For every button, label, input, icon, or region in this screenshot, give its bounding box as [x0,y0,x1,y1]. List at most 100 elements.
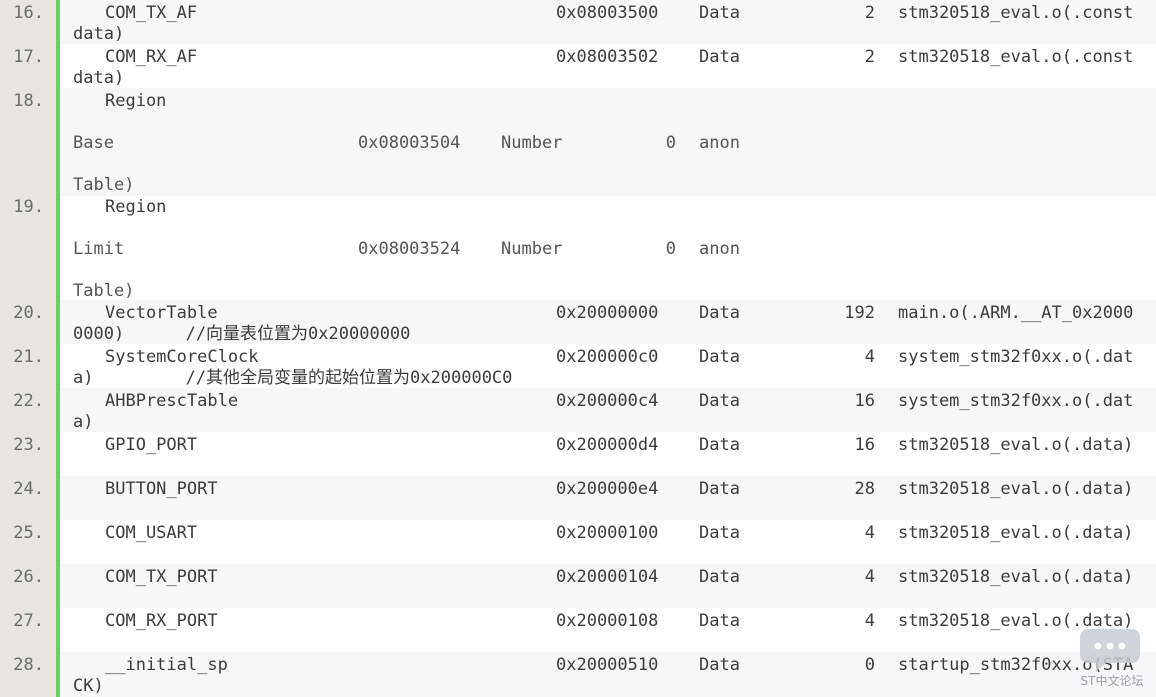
object-file: main.o(.ARM.__AT_0x2000 [898,303,1134,323]
wrapped-text: Table) [73,281,135,301]
symbol-address: 0x200000e4 [556,479,659,499]
object-file: system_stm32f0xx.o(.dat [898,391,1134,411]
symbol-type: Data [699,523,740,543]
object-file: system_stm32f0xx.o(.dat [898,347,1134,367]
symbol-name: AHBPrescTable [105,391,239,411]
object-file: stm320518_eval.o(.const [898,47,1134,67]
symbol-size: 2 [864,47,875,67]
symbol-name: COM_TX_PORT [105,567,218,587]
line-number: 20. [13,303,44,323]
symbol-type: Data [699,347,740,367]
symbol-type: Data [699,479,740,499]
symbol-name: Region [105,197,167,217]
symbol-name: __initial_sp [105,655,228,675]
forum-watermark: ST中文论坛 [1076,625,1148,689]
symbol-address: 0x20000100 [556,523,659,543]
symbol-name: BUTTON_PORT [105,479,218,499]
symbol-size: 4 [864,611,875,631]
code-line: 24. BUTTON_PORT 0x200000e4 Data 28 stm32… [13,476,1156,520]
symbol-type: Number [501,239,563,259]
code-line: 19. Region Limit 0x08003524 Number 0 ano… [13,196,1156,301]
code-line: 28. __initial_sp 0x20000510 Data 0 start… [13,652,1156,697]
symbol-address: 0x200000c4 [556,391,659,411]
line-number: 17. [13,47,44,67]
symbol-size: 4 [864,567,875,587]
object-file: stm320518_eval.o(.data) [898,435,1134,455]
code-line: 21. SystemCoreClock 0x200000c0 Data 4 sy… [13,344,1156,388]
symbol-address: 0x20000000 [556,303,659,323]
symbol-type: Data [699,567,740,587]
wrapped-text: data) [73,24,125,44]
wrapped-text: a) [73,412,94,432]
code-line: 27. COM_RX_PORT 0x20000108 Data 4 stm320… [13,608,1156,652]
code-line: 16. COM_TX_AF 0x08003500 Data 2 stm32051… [13,0,1156,44]
line-number: 22. [13,391,44,411]
symbol-address: 0x08003524 [358,239,461,259]
symbol-size: 16 [854,391,875,411]
code-line: 20. VectorTable 0x20000000 Data 192 main… [13,300,1156,344]
symbol-address: 0x20000104 [556,567,659,587]
symbol-type: Data [699,3,740,23]
symbol-size: 0 [665,239,676,259]
symbol-name: SystemCoreClock [105,347,259,367]
region-label: Limit [73,239,125,259]
symbol-name: GPIO_PORT [105,435,198,455]
line-number: 27. [13,611,44,631]
symbol-size: 192 [844,303,875,323]
symbol-size: 2 [864,3,875,23]
symbol-type: Data [699,47,740,67]
symbol-type: Data [699,435,740,455]
object-file: stm320518_eval.o(.data) [898,567,1134,587]
code-line: 17. COM_RX_AF 0x08003502 Data 2 stm32051… [13,44,1156,88]
watermark-text: ST中文论坛 [1080,674,1144,688]
code-line: 23. GPIO_PORT 0x200000d4 Data 16 stm3205… [13,432,1156,476]
line-number: 23. [13,435,44,455]
symbol-size: 28 [854,479,875,499]
chat-bubble-icon [1080,629,1140,671]
code-line: 25. COM_USART 0x20000100 Data 4 stm32051… [13,520,1156,564]
wrapped-text-with-comment: a) //其他全局变量的起始位置为0x200000C0 [73,368,513,388]
symbol-address: 0x08003504 [358,133,461,153]
code-line: 26. COM_TX_PORT 0x20000104 Data 4 stm320… [13,564,1156,608]
symbol-size: 4 [864,523,875,543]
object-file: stm320518_eval.o(.data) [898,479,1134,499]
wrapped-text-with-comment: 0000) //向量表位置为0x20000000 [73,324,411,344]
code-line: 22. AHBPrescTable 0x200000c4 Data 16 sys… [13,388,1156,432]
code-listing: 16. COM_TX_AF 0x08003500 Data 2 stm32051… [13,0,1156,697]
object-file: stm320518_eval.o(.const [898,3,1134,23]
line-number: 19. [13,197,44,217]
symbol-name: VectorTable [105,303,218,323]
line-number: 16. [13,3,44,23]
object-file: anon [699,133,740,153]
symbol-address: 0x200000c0 [556,347,659,367]
symbol-address: 0x20000108 [556,611,659,631]
wrapped-text: data) [73,68,125,88]
symbol-type: Number [501,133,563,153]
region-label: Base [73,133,114,153]
line-number: 24. [13,479,44,499]
symbol-address: 0x08003500 [556,3,659,23]
object-file: anon [699,239,740,259]
wrapped-text: CK) [73,676,104,696]
line-number: 26. [13,567,44,587]
wrapped-text: Table) [73,175,135,195]
line-number: 25. [13,523,44,543]
symbol-address: 0x20000510 [556,655,659,675]
symbol-name: Region [105,91,167,111]
symbol-type: Data [699,303,740,323]
symbol-address: 0x200000d4 [556,435,659,455]
symbol-name: COM_USART [105,523,198,543]
symbol-size: 4 [864,347,875,367]
object-file: stm320518_eval.o(.data) [898,523,1134,543]
symbol-size: 0 [864,655,875,675]
symbol-type: Data [699,655,740,675]
symbol-name: COM_RX_PORT [105,611,218,631]
code-line: 18. Region Base 0x08003504 Number 0 anon… [13,88,1156,196]
symbol-size: 16 [854,435,875,455]
symbol-type: Data [699,611,740,631]
symbol-address: 0x08003502 [556,47,659,67]
line-number: 18. [13,91,44,111]
line-number: 28. [13,655,44,675]
symbol-name: COM_RX_AF [105,47,198,67]
symbol-name: COM_TX_AF [105,3,198,23]
